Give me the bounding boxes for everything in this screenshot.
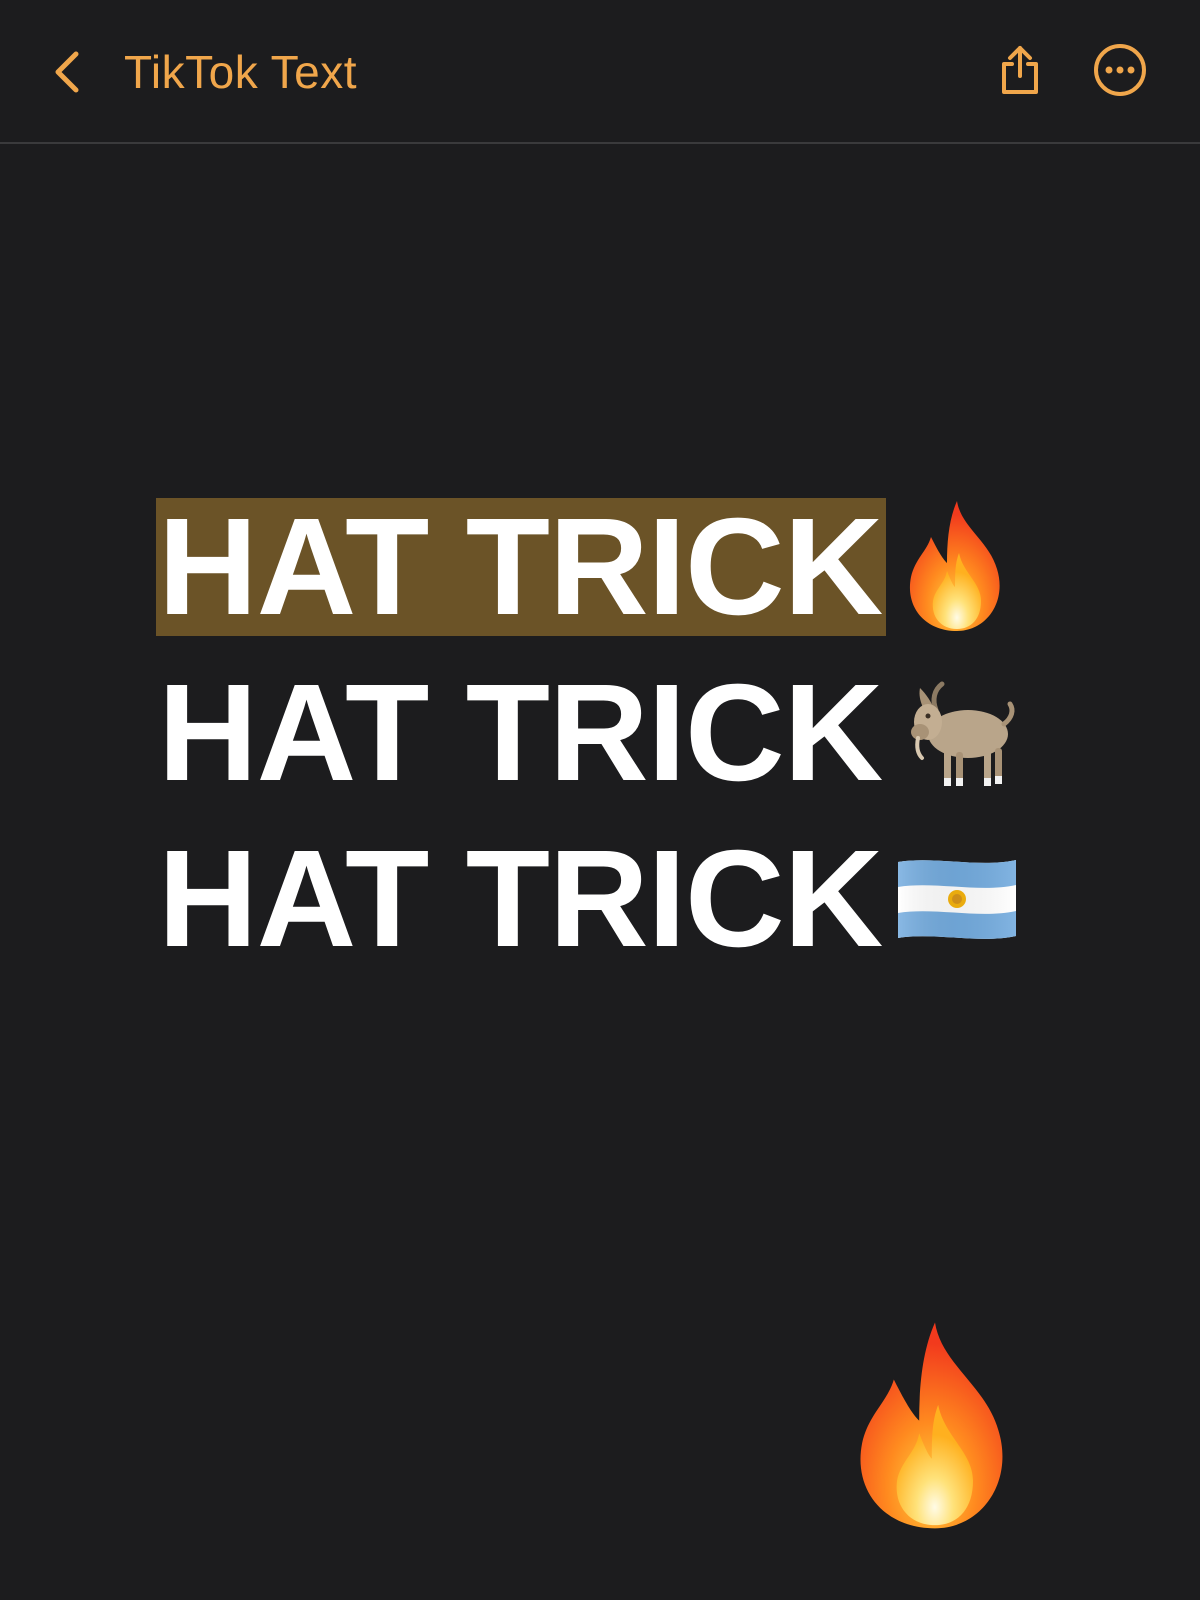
- navigation-bar: TikTok Text: [0, 0, 1200, 144]
- share-button[interactable]: [988, 40, 1052, 104]
- chevron-left-icon: [40, 45, 94, 99]
- note-line[interactable]: HAT TRICK: [156, 484, 1022, 650]
- note-line[interactable]: HAT TRICK: [156, 816, 1022, 982]
- note-editor[interactable]: HAT TRICK HAT TRICK HAT TRICK: [0, 144, 1200, 1600]
- fire-emoji: [892, 497, 1022, 637]
- note-text[interactable]: HAT TRICK: [156, 664, 886, 802]
- more-options-button[interactable]: [1088, 40, 1152, 104]
- highlighted-text[interactable]: HAT TRICK: [156, 498, 887, 636]
- note-line[interactable]: HAT TRICK: [156, 650, 1022, 816]
- back-button[interactable]: TikTok Text: [40, 32, 357, 112]
- note-text-block[interactable]: HAT TRICK HAT TRICK HAT TRICK: [156, 484, 1022, 982]
- argentina-flag-emoji: [892, 829, 1022, 969]
- fire-emoji: [840, 1312, 1030, 1542]
- back-title: TikTok Text: [124, 46, 358, 98]
- share-icon: [996, 44, 1044, 100]
- more-options-icon: [1092, 42, 1148, 102]
- goat-emoji: [892, 663, 1022, 803]
- note-text[interactable]: HAT TRICK: [156, 830, 886, 968]
